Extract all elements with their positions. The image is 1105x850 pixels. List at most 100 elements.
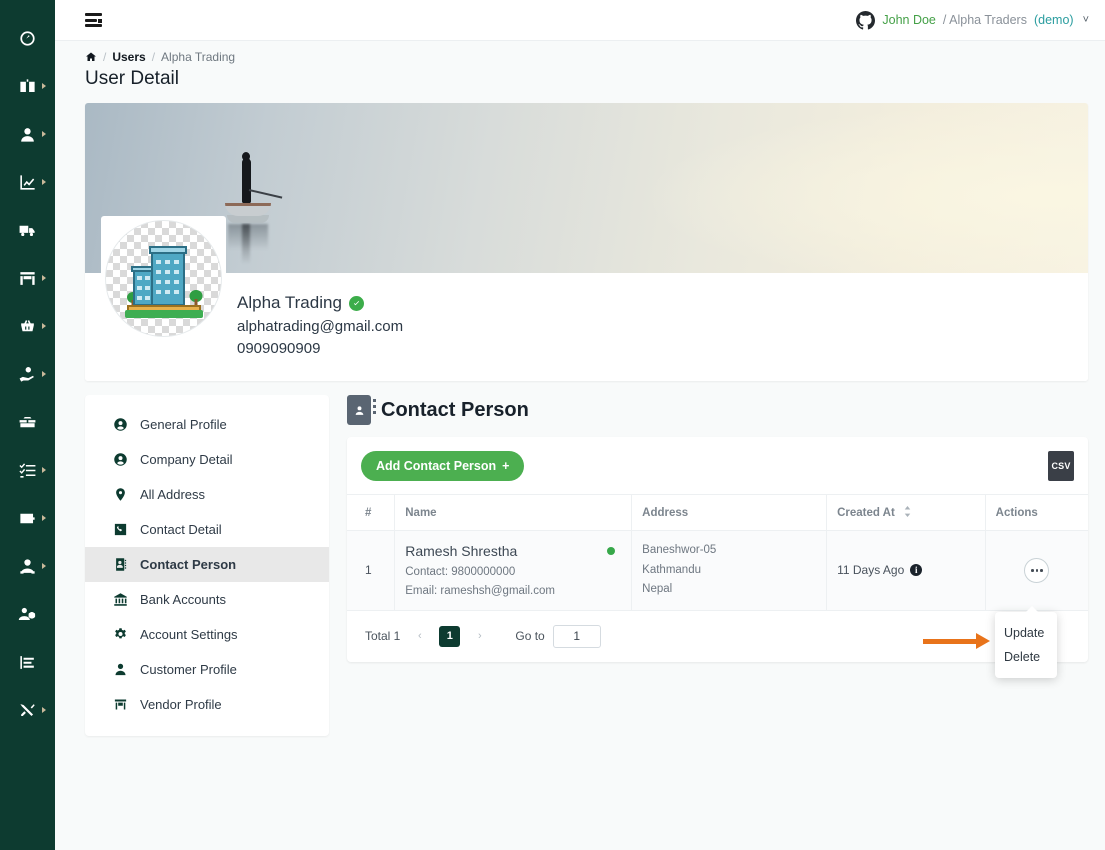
menu-collapse-icon[interactable]: [85, 13, 102, 27]
chevron-right-icon: [42, 179, 46, 185]
sidebar-item-statements[interactable]: [0, 638, 55, 686]
table-body: 1 Ramesh Shrestha Contact: 9800000000 Em…: [347, 530, 1088, 611]
avatar[interactable]: [101, 216, 226, 341]
profile-info: Alpha Trading alphatrading@gmail.com 090…: [85, 273, 1088, 381]
column-header-created-at[interactable]: Created At: [826, 494, 986, 531]
boxes-icon: [19, 416, 36, 427]
sidebar-item-catalog[interactable]: [0, 62, 55, 110]
profile-banner-image: [85, 103, 1088, 273]
sidebar-item-payments[interactable]: [0, 350, 55, 398]
office-building-avatar: [105, 220, 222, 337]
user-group-icon: [20, 558, 35, 574]
sidebar-item-contact-person[interactable]: Contact Person: [85, 547, 329, 582]
profile-name: Alpha Trading: [237, 293, 342, 312]
tools-icon: [20, 703, 35, 716]
goto-page-input[interactable]: [552, 624, 601, 648]
user-account-menu[interactable]: John Doe / Alpha Traders (demo) ˅: [856, 10, 1089, 30]
user-name: John Doe: [882, 13, 936, 27]
sidebar-item-label: Bank Accounts: [140, 592, 226, 607]
section-heading: Contact Person: [347, 395, 1088, 425]
bar-report-icon: [20, 655, 34, 669]
bank-icon: [114, 593, 127, 606]
next-page-button[interactable]: ›: [469, 625, 491, 647]
user-icon: [21, 127, 34, 142]
sidebar-item-hr[interactable]: [0, 590, 55, 638]
chevron-right-icon: [42, 467, 46, 473]
goto-page-group: Go to: [515, 624, 601, 648]
page-section-title: Contact Person: [381, 398, 529, 421]
sidebar-item-dashboard[interactable]: [0, 14, 55, 62]
breadcrumb-item-users[interactable]: Users: [112, 50, 145, 64]
map-pin-icon: [116, 488, 125, 501]
contact-card-icon: [347, 395, 376, 425]
sidebar-item-delivery[interactable]: [0, 206, 55, 254]
sidebar-item-reports[interactable]: [0, 158, 55, 206]
sidebar-item-customer-profile[interactable]: Customer Profile: [85, 652, 329, 687]
sidebar-item-company-detail[interactable]: Company Detail: [85, 442, 329, 477]
home-icon[interactable]: [85, 51, 97, 63]
chevron-down-icon[interactable]: ˅: [1083, 14, 1089, 26]
person-icon: [115, 663, 126, 676]
cell-name: Ramesh Shrestha Contact: 9800000000 Emai…: [394, 530, 632, 611]
contact-name: Ramesh Shrestha: [405, 543, 518, 560]
table-row: 1 Ramesh Shrestha Contact: 9800000000 Em…: [347, 530, 1088, 611]
csv-file-icon[interactable]: CSV: [1048, 451, 1074, 481]
profile-phone: 0909090909: [237, 340, 321, 357]
name-top-row: Ramesh Shrestha: [405, 543, 621, 559]
info-icon[interactable]: i: [910, 564, 923, 577]
sidebar-item-purchase[interactable]: [0, 302, 55, 350]
table-header-row: # Name Address Created At Actions: [347, 494, 1088, 531]
chevron-right-icon: [42, 131, 46, 137]
annotation-arrow: [923, 633, 990, 649]
sidebar-item-customers[interactable]: [0, 542, 55, 590]
sidebar-item-tasks[interactable]: [0, 446, 55, 494]
menu-item-update[interactable]: Update: [995, 621, 1057, 645]
cell-index: 1: [347, 530, 395, 611]
user-org: / Alpha Traders: [942, 13, 1027, 27]
hand-coin-icon: [19, 366, 34, 382]
chevron-right-icon: [42, 371, 46, 377]
top-bar: John Doe / Alpha Traders (demo) ˅: [55, 0, 1105, 41]
store-icon: [114, 699, 127, 710]
address-line: Nepal: [642, 583, 673, 595]
checklist-icon: [19, 462, 36, 478]
table-head: # Name Address Created At Actions: [347, 494, 1088, 531]
cell-address: Baneshwor-05 Kathmandu Nepal: [631, 530, 827, 611]
sidebar-item-label: Company Detail: [140, 452, 233, 467]
status-dot-icon: [607, 547, 616, 556]
sidebar-item-inventory[interactable]: [0, 398, 55, 446]
sidebar-item-label: Contact Detail: [140, 522, 222, 537]
sidebar-item-tools[interactable]: [0, 686, 55, 734]
sidebar-item-all-address[interactable]: All Address: [85, 477, 329, 512]
sort-icon[interactable]: [903, 506, 912, 517]
chevron-right-icon: [42, 707, 46, 713]
phone-square-icon: [114, 523, 127, 536]
add-contact-person-button[interactable]: Add Contact Person +: [361, 451, 525, 481]
sidebar-item-label: Account Settings: [140, 627, 238, 642]
total-count-label: Total 1: [365, 629, 401, 643]
sidebar-item-bank-accounts[interactable]: Bank Accounts: [85, 582, 329, 617]
sidebar-item-account-settings[interactable]: Account Settings: [85, 617, 329, 652]
column-header-index: #: [347, 494, 395, 531]
user-circle-icon: [114, 453, 127, 466]
column-header-actions: Actions: [984, 494, 1088, 531]
page-number-1[interactable]: 1: [439, 625, 461, 647]
profile-email: alphatrading@gmail.com: [237, 318, 404, 335]
card-rings: [373, 399, 376, 414]
sidebar-item-wallet[interactable]: [0, 494, 55, 542]
table-toolbar: Add Contact Person + CSV: [347, 451, 1088, 494]
sidebar-item-contact-detail[interactable]: Contact Detail: [85, 512, 329, 547]
menu-item-delete[interactable]: Delete: [995, 645, 1057, 669]
sidebar-item-users[interactable]: [0, 110, 55, 158]
cell-created-at: 11 Days Ago i: [826, 530, 986, 611]
prev-page-button[interactable]: ‹: [409, 625, 431, 647]
sidebar-item-vendor-profile[interactable]: Vendor Profile: [85, 687, 329, 722]
primary-sidebar: [0, 0, 55, 850]
add-button-label: Add Contact Person: [376, 459, 497, 473]
sidebar-item-store[interactable]: [0, 254, 55, 302]
chevron-right-icon: [42, 83, 46, 89]
tenant-tag: (demo): [1033, 13, 1074, 27]
ellipsis-icon[interactable]: [1024, 557, 1050, 583]
detail-body: General Profile Company Detail All Addre…: [55, 381, 1105, 736]
sidebar-item-general-profile[interactable]: General Profile: [85, 407, 329, 442]
